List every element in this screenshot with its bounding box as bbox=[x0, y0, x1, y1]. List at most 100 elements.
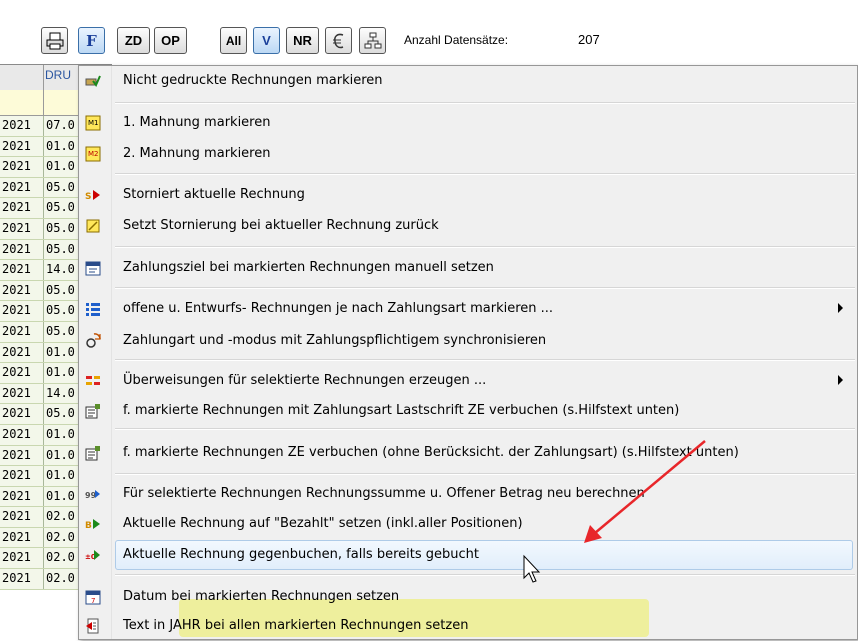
menu-item-label: Nicht gedruckte Rechnungen markieren bbox=[123, 73, 383, 88]
recalc-icon: 99 bbox=[85, 490, 100, 500]
menu-item-mahnung-1[interactable]: M1 1. Mahnung markieren bbox=[79, 108, 857, 138]
menu-item-label: Für selektierte Rechnungen Rechnungssumm… bbox=[123, 486, 645, 501]
grid-cell-year: 2021 bbox=[2, 365, 31, 380]
storno-reset-icon bbox=[86, 219, 100, 233]
grid-cell-date: 05.0 bbox=[46, 406, 75, 421]
menu-item-label: offene u. Entwurfs- Rechnungen je nach Z… bbox=[123, 301, 554, 316]
menu-item-create-transfers[interactable]: Überweisungen für selektierte Rechnungen… bbox=[79, 366, 857, 396]
grid-cell-year: 2021 bbox=[2, 344, 31, 359]
grid-cell-year: 2021 bbox=[2, 220, 31, 235]
grid-cell-date: 05.0 bbox=[46, 303, 75, 318]
grid-cell-date: 05.0 bbox=[46, 220, 75, 235]
v-label: V bbox=[262, 33, 271, 48]
menu-item-book-direct-debit[interactable]: f. markierte Rechnungen mit Zahlungsart … bbox=[79, 396, 857, 426]
grid-cell-date: 01.0 bbox=[46, 468, 75, 483]
zd-label: ZD bbox=[124, 33, 143, 48]
zd-button[interactable]: ZD bbox=[117, 27, 150, 54]
menu-item-book-any-payment[interactable]: f. markierte Rechnungen ZE verbuchen (oh… bbox=[79, 438, 857, 468]
sync-icon bbox=[86, 333, 101, 348]
menu-item-sync-payment[interactable]: Zahlungart und -modus mit Zahlungspflich… bbox=[79, 326, 857, 356]
record-count-value: 207 bbox=[578, 32, 600, 47]
menu-item-label: f. markierte Rechnungen mit Zahlungsart … bbox=[123, 403, 680, 418]
menu-item-label: f. markierte Rechnungen ZE verbuchen (oh… bbox=[123, 445, 739, 460]
grid-cell-date: 05.0 bbox=[46, 179, 75, 194]
svg-text:M2: M2 bbox=[88, 150, 99, 158]
menu-item-mark-open-drafts[interactable]: offene u. Entwurfs- Rechnungen je nach Z… bbox=[79, 294, 857, 324]
print-button[interactable] bbox=[41, 27, 68, 54]
filter-f-button[interactable]: F bbox=[78, 27, 105, 54]
grid-cell-date: 01.0 bbox=[46, 488, 75, 503]
euro-button[interactable] bbox=[325, 27, 352, 54]
menu-item-payment-target[interactable]: Zahlungsziel bei markierten Rechnungen m… bbox=[79, 253, 857, 283]
menu-item-label: 2. Mahnung markieren bbox=[123, 146, 271, 161]
menu-item-label: Datum bei markierten Rechnungen setzen bbox=[123, 589, 400, 604]
menu-item-label: Zahlungart und -modus mit Zahlungspflich… bbox=[123, 333, 547, 348]
print-icon bbox=[46, 32, 63, 49]
grid-cell-year: 2021 bbox=[2, 426, 31, 441]
m1-icon: M1 bbox=[85, 115, 101, 131]
counter-booking-icon: ±0 bbox=[85, 550, 100, 561]
grid-cell-year: 2021 bbox=[2, 138, 31, 153]
submenu-arrow-icon bbox=[838, 303, 843, 313]
grid-cell-date: 01.0 bbox=[46, 344, 75, 359]
hierarchy-icon bbox=[364, 32, 381, 48]
grid-cell-year: 2021 bbox=[2, 262, 31, 277]
grid-cell-year: 2021 bbox=[2, 179, 31, 194]
grid-cell-date: 01.0 bbox=[46, 447, 75, 462]
menu-item-label: Überweisungen für selektierte Rechnungen… bbox=[123, 373, 487, 388]
svg-text:M1: M1 bbox=[88, 119, 99, 127]
grid-cell-date: 14.0 bbox=[46, 262, 75, 277]
toolbar: F ZD OP All V NR Anzahl Datensätze: 207 bbox=[0, 0, 858, 60]
book-entry-icon bbox=[85, 404, 100, 419]
list-icon bbox=[86, 303, 100, 316]
op-button[interactable]: OP bbox=[154, 27, 187, 54]
calendar-icon: 7 bbox=[85, 590, 101, 605]
grid-cell-year: 2021 bbox=[2, 118, 31, 132]
all-label: All bbox=[225, 33, 242, 48]
menu-item-set-date[interactable]: 7 Datum bei markierten Rechnungen setzen bbox=[79, 582, 857, 612]
printer-check-icon bbox=[85, 75, 101, 87]
grid-cell-date: 02.0 bbox=[46, 509, 75, 524]
v-button[interactable]: V bbox=[253, 27, 280, 54]
grid-cell-date: 02.0 bbox=[46, 550, 75, 565]
menu-item-mahnung-2[interactable]: M2 2. Mahnung markieren bbox=[79, 139, 857, 169]
menu-item-set-paid[interactable]: B Aktuelle Rechnung auf "Bezahlt" setzen… bbox=[79, 509, 857, 539]
grid-cell-date: 05.0 bbox=[46, 200, 75, 215]
grid-cell-date: 01.0 bbox=[46, 426, 75, 441]
transfer-icon bbox=[86, 376, 100, 385]
menu-item-storno[interactable]: S Storniert aktuelle Rechnung bbox=[79, 180, 857, 210]
grid-cell-year: 2021 bbox=[2, 488, 31, 503]
svg-text:7: 7 bbox=[91, 597, 95, 605]
menu-item-storno-reset[interactable]: Setzt Stornierung bei aktueller Rechnung… bbox=[79, 211, 857, 241]
menu-item-label: Aktuelle Rechnung auf "Bezahlt" setzen (… bbox=[123, 516, 523, 531]
menu-item-recalculate[interactable]: 99 Für selektierte Rechnungen Rechnungss… bbox=[79, 479, 857, 509]
storno-icon: S bbox=[85, 190, 100, 202]
menu-item-not-printed[interactable]: Nicht gedruckte Rechnungen markieren bbox=[79, 66, 857, 96]
menu-item-label: Aktuelle Rechnung gegenbuchen, falls ber… bbox=[123, 547, 479, 562]
grid-cell-date: 05.0 bbox=[46, 282, 75, 297]
all-button[interactable]: All bbox=[220, 27, 247, 54]
menu-item-counter-booking[interactable]: ±0 Aktuelle Rechnung gegenbuchen, falls … bbox=[79, 540, 857, 570]
menu-item-label: 1. Mahnung markieren bbox=[123, 115, 271, 130]
grid-cell-date: 05.0 bbox=[46, 241, 75, 256]
grid-cell-year: 2021 bbox=[2, 241, 31, 256]
context-menu: Nicht gedruckte Rechnungen markieren M1 … bbox=[78, 65, 858, 640]
grid-cell-date: 01.0 bbox=[46, 138, 75, 153]
grid-cell-date: 07.0 bbox=[46, 118, 75, 132]
hierarchy-button[interactable] bbox=[359, 27, 386, 54]
nr-button[interactable]: NR bbox=[286, 27, 319, 54]
svg-text:B: B bbox=[85, 521, 92, 531]
calendar-money-icon bbox=[85, 261, 101, 276]
grid-header-dru: DRU bbox=[45, 68, 71, 82]
menu-item-label: Zahlungsziel bei markierten Rechnungen m… bbox=[123, 260, 494, 275]
nr-label: NR bbox=[293, 33, 312, 48]
grid-cell-date: 05.0 bbox=[46, 323, 75, 338]
grid-cell-year: 2021 bbox=[2, 529, 31, 544]
menu-item-set-year-text[interactable]: Text in JAHR bei allen markierten Rechnu… bbox=[79, 611, 857, 641]
text-icon bbox=[86, 618, 99, 634]
svg-text:S: S bbox=[85, 192, 91, 202]
svg-text:99: 99 bbox=[85, 491, 97, 500]
grid-cell-date: 01.0 bbox=[46, 159, 75, 174]
grid-cell-year: 2021 bbox=[2, 406, 31, 421]
grid-cell-year: 2021 bbox=[2, 323, 31, 338]
